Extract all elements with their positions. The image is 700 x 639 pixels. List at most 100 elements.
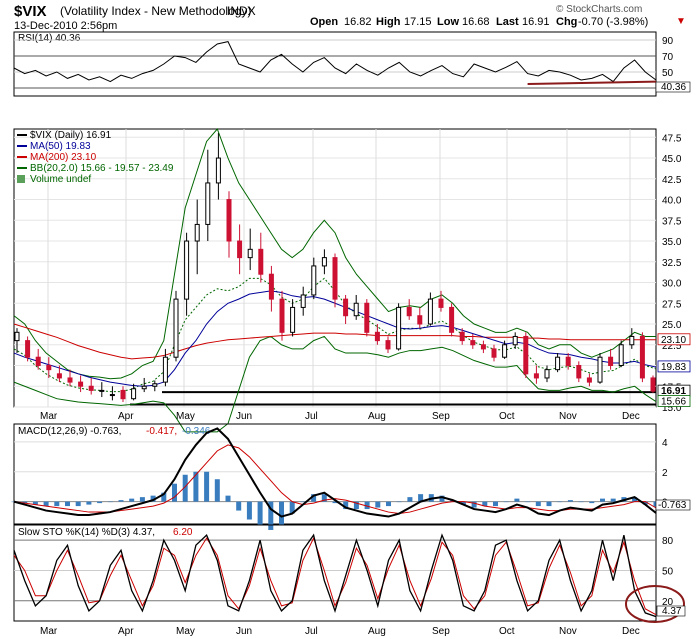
macd-hist-bar [204,471,210,502]
candle-body [88,385,94,391]
macd-hist-bar [75,501,81,507]
open-value: 16.82 [344,16,372,28]
open-label: Open [310,16,338,28]
candle-body [427,298,433,325]
exchange: INDX [227,4,256,18]
rsi-panel: RSI(14) 40.36 90705030 40.36 [13,31,691,97]
month-label: Apr [118,626,134,637]
candle-body [385,340,391,350]
candle-body [247,248,253,259]
macd-hist-bar [236,501,242,511]
macd-hist-bar [279,501,284,526]
macd-hist-bar [225,495,231,502]
sto-d-line [13,536,657,616]
candle-body [459,331,465,342]
candle-body [491,348,497,358]
index-name: (Volatility Index - New Methodology) [60,4,251,18]
candle-body [268,273,274,300]
candle-body [565,356,571,367]
macd-hist-bar [129,498,135,502]
candle-body [576,365,582,379]
month-label: Jun [236,626,252,637]
candle-body [406,306,412,317]
candle-body [353,302,359,317]
candle-body [523,335,529,375]
month-label: Jun [236,411,252,422]
macd-hist-bar [514,498,520,502]
macd-label: MACD(12,26,9) -0.763, [18,426,121,437]
month-axis: Mar Apr May Jun Jul Aug Sep Oct Nov Dec [40,411,640,422]
month-label: May [176,626,195,637]
candle-body [650,377,656,392]
candle-body [109,394,115,397]
candle-body [470,340,476,346]
price-tick-label: 30.0 [662,279,682,290]
ma200-tag-text: 23.10 [661,335,686,346]
candle-body [300,294,306,308]
sto-tick-label: 50 [662,566,674,577]
price-tick-label: 45.0 [662,154,682,165]
macd-hist-bar [525,501,531,503]
macd-signal-label: -0.417, [146,426,177,437]
macd-signal-line [13,444,657,515]
candle-body [374,331,380,342]
macd-hist-bar [557,501,563,503]
candle-body [67,377,73,383]
macd-hist-bar [246,501,252,520]
macd-tick-label: 4 [662,438,668,449]
macd-hist-bar [54,501,60,507]
candle-body [321,257,327,267]
price-tick-label: 25.0 [662,320,682,331]
down-arrow-icon: ▼ [676,16,686,27]
price-panel: 47.5 45.0 42.5 40.0 37.5 35.0 32.5 30.0 27.5 25.0… [13,128,691,433]
month-label: Sep [432,411,450,422]
rsi-tick-label: 50 [662,68,674,79]
candle-body [46,365,52,371]
candle-body [141,385,147,390]
macd-hist-bar [214,479,220,502]
candle-body [25,340,31,358]
candle-body [555,356,561,371]
candle-body [162,356,168,383]
month-label: Nov [559,411,577,422]
candle-body [586,377,592,383]
candle-body [290,306,296,333]
chg-label: Chg [556,16,577,28]
month-label: Apr [118,411,134,422]
candle-body [608,356,614,367]
sto-tick-label: 80 [662,536,674,547]
price-tick-label: 47.5 [662,133,682,144]
macd-hist-bar [386,501,391,507]
candle-body [332,257,338,300]
bb-lower-tag-text: 15.66 [661,397,686,408]
macd-hist-bar [535,501,541,507]
candle-body [449,306,455,333]
candle-body [343,298,349,317]
bb-label: BB(20,2.0) 15.66 - 19.57 - 23.49 [30,163,174,174]
candle-body [35,356,41,367]
ma200-label: MA(200) 23.10 [30,152,97,163]
macd-hist-bar [396,501,402,503]
rsi-tick-label: 70 [662,52,674,63]
volume-label: Volume undef [30,174,91,185]
low-value: 16.68 [462,16,490,28]
macd-hist-bar [257,501,263,526]
rsi-line [13,41,657,83]
candle-body [258,248,264,275]
price-tick-label: 40.0 [662,196,682,207]
candle-body [364,302,370,333]
macd-hist-bar [407,497,413,502]
month-label: Sep [432,626,450,637]
month-label: Jul [305,411,318,422]
chart-date: 13-Dec-2010 2:56pm [14,20,117,32]
candle-body [311,265,317,296]
candle-body [533,373,539,379]
candle-body [502,344,508,358]
price-label: $VIX (Daily) 16.91 [30,130,112,141]
macd-panel: MACD(12,26,9) -0.763, -0.417, -0.346 420… [11,423,691,530]
candle-body [194,223,200,242]
candle-body [629,335,635,346]
macd-hist-bar [503,501,509,503]
candle-body [597,356,603,383]
sto-label: Slow STO %K(14) %D(3) 4.37, [18,527,155,538]
